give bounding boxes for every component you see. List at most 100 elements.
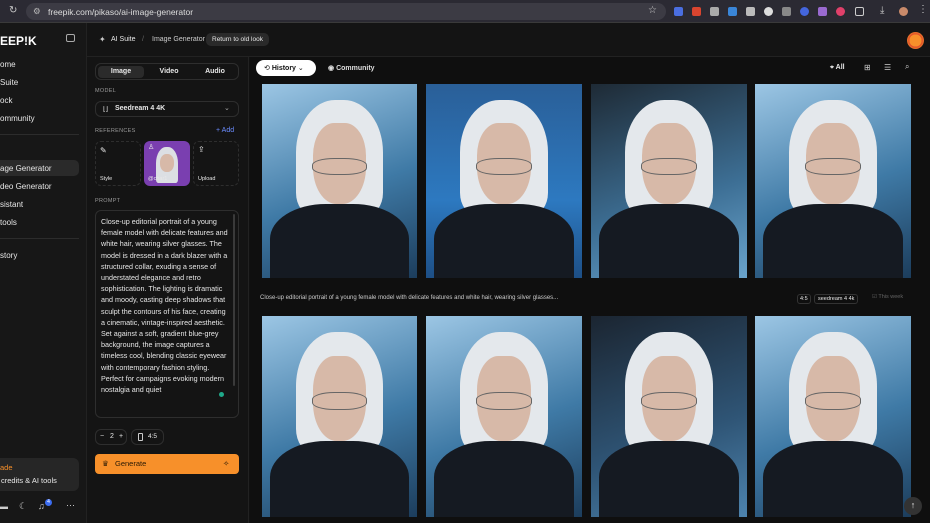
- user-avatar[interactable]: [907, 32, 924, 49]
- extension-icon[interactable]: [710, 7, 719, 16]
- sidebar: EEP!K ome Suite ock ommunity age Generat…: [0, 23, 87, 523]
- generated-image[interactable]: [591, 84, 747, 278]
- sidebar-item-home[interactable]: ome: [0, 56, 79, 72]
- sidebar-item-all-tools[interactable]: tools: [0, 214, 79, 230]
- sidebar-item-image-generator[interactable]: age Generator: [0, 160, 79, 176]
- extension-icon[interactable]: [800, 7, 809, 16]
- keyboard-icon[interactable]: ▬: [0, 502, 8, 511]
- generator-panel: Image Video Audio MODEL ⌊⌋ Seedream 4 4K…: [87, 57, 249, 523]
- mode-tabs: Image Video Audio: [95, 63, 239, 80]
- scroll-to-top-button[interactable]: ↑: [904, 497, 922, 515]
- prompt-caption[interactable]: Close-up editorial portrait of a young f…: [260, 295, 558, 301]
- ai-suite-icon: ✦: [99, 35, 106, 44]
- character-face: [160, 154, 174, 172]
- upgrade-card[interactable]: ade credits & AI tools: [0, 458, 79, 491]
- crown-icon: ♛: [102, 459, 109, 468]
- logo: EEP!K: [0, 34, 37, 48]
- prompt-text: Close-up editorial portrait of a young f…: [101, 217, 228, 395]
- site-settings-icon[interactable]: ⚙: [33, 6, 41, 17]
- add-label: Add: [221, 127, 235, 134]
- search-icon[interactable]: ⌕: [905, 62, 909, 72]
- divider: [0, 238, 79, 239]
- prompt-label: PROMPT: [95, 198, 121, 204]
- generated-image[interactable]: [426, 84, 582, 278]
- model-value: Seedream 4 4K: [115, 105, 166, 112]
- status-dot: [219, 392, 224, 397]
- reference-upload[interactable]: ⇪ Upload: [193, 141, 239, 186]
- extension-icon[interactable]: [836, 7, 845, 16]
- history-dropdown[interactable]: ⟲ History ⌄: [256, 60, 316, 76]
- generated-image[interactable]: [262, 316, 417, 517]
- breadcrumb-ai-suite[interactable]: AI Suite: [111, 36, 136, 43]
- aspect-ratio-button[interactable]: 4:5: [131, 429, 164, 445]
- sidebar-item-assistant[interactable]: sistant: [0, 196, 79, 212]
- profile-avatar[interactable]: [899, 7, 908, 16]
- extension-icon[interactable]: [818, 7, 827, 16]
- ratio-value: 4:5: [148, 433, 158, 440]
- extension-icon[interactable]: [782, 7, 791, 16]
- count-stepper[interactable]: − 2 +: [95, 429, 127, 445]
- model-tag: seedream 4 4k: [814, 294, 859, 304]
- reload-icon[interactable]: ↻: [9, 5, 17, 16]
- history-label: History: [271, 65, 296, 72]
- notifications-bell-icon[interactable]: ♫: [38, 501, 45, 511]
- references-label: REFERENCES: [95, 128, 136, 134]
- collapse-sidebar-icon[interactable]: [66, 34, 75, 42]
- upload-icon: ⇪: [198, 145, 205, 154]
- breadcrumb-separator: /: [142, 36, 144, 43]
- notification-badge: 4: [45, 499, 52, 506]
- decrement-button[interactable]: −: [100, 433, 104, 440]
- increment-button[interactable]: +: [119, 433, 123, 440]
- address-bar[interactable]: ⚙ freepik.com/pikaso/ai-image-generator: [26, 3, 666, 20]
- generated-image[interactable]: [755, 316, 911, 517]
- chevron-down-icon: ⌄: [224, 105, 230, 112]
- reference-label: Upload: [198, 176, 216, 182]
- generated-image[interactable]: [591, 316, 747, 517]
- browser-menu-icon[interactable]: ⋮: [918, 4, 928, 15]
- filter-all-button[interactable]: ⌖ All: [830, 64, 845, 72]
- tab-audio[interactable]: Audio: [192, 68, 238, 75]
- breadcrumb-image-generator[interactable]: Image Generator: [152, 36, 205, 43]
- grid-view-icon[interactable]: ⊞: [864, 63, 871, 72]
- ratio-tag: 4:5: [797, 294, 811, 304]
- settings-sliders-icon[interactable]: ☰: [884, 63, 891, 72]
- extension-icon[interactable]: [692, 7, 701, 16]
- character-icon: ♙: [148, 144, 155, 151]
- generated-image[interactable]: [755, 84, 911, 278]
- generated-image[interactable]: [426, 316, 582, 517]
- prompt-textarea[interactable]: Close-up editorial portrait of a young f…: [95, 210, 239, 418]
- model-icon: ⌊⌋: [103, 106, 109, 113]
- model-select[interactable]: ⌊⌋ Seedream 4 4K ⌄: [95, 101, 239, 117]
- count-value: 2: [110, 433, 114, 440]
- sidebar-item-ai-suite[interactable]: Suite: [0, 74, 79, 90]
- extension-icon[interactable]: [746, 7, 755, 16]
- tab-image[interactable]: Image: [98, 66, 144, 78]
- return-old-look-button[interactable]: Return to old look: [206, 33, 269, 46]
- extension-icon[interactable]: [764, 7, 773, 16]
- reference-character[interactable]: ♙ @char1: [144, 141, 190, 186]
- sidebar-item-history[interactable]: story: [0, 247, 79, 263]
- sidebar-item-community[interactable]: ommunity: [0, 110, 79, 126]
- generate-button[interactable]: ♛ Generate ✧: [95, 454, 239, 474]
- extension-icon[interactable]: [728, 7, 737, 16]
- reference-label: Style: [100, 176, 113, 182]
- community-tab[interactable]: ◉ Community: [326, 60, 375, 76]
- generated-image[interactable]: [262, 84, 417, 278]
- sidebar-item-video-generator[interactable]: deo Generator: [0, 178, 79, 194]
- model-label: MODEL: [95, 88, 117, 94]
- top-bar: ✦ AI Suite / Image Generator Return to o…: [87, 23, 930, 57]
- download-icon[interactable]: ⤓: [880, 5, 884, 16]
- more-icon[interactable]: ⋯: [66, 500, 75, 511]
- tab-video[interactable]: Video: [146, 68, 192, 75]
- add-reference-button[interactable]: + Add: [216, 127, 234, 134]
- extensions-puzzle-icon[interactable]: [855, 7, 864, 16]
- theme-moon-icon[interactable]: ☾: [19, 501, 27, 512]
- divider: [0, 134, 79, 135]
- history-icon: ⟲: [264, 65, 270, 72]
- sparkle-icon: ✧: [223, 459, 230, 468]
- reference-style[interactable]: ✎ Style: [95, 141, 141, 186]
- bookmark-star-icon[interactable]: ☆: [648, 5, 657, 16]
- scrollbar[interactable]: [233, 214, 235, 386]
- extension-icon[interactable]: [674, 7, 683, 16]
- sidebar-item-stock[interactable]: ock: [0, 92, 79, 108]
